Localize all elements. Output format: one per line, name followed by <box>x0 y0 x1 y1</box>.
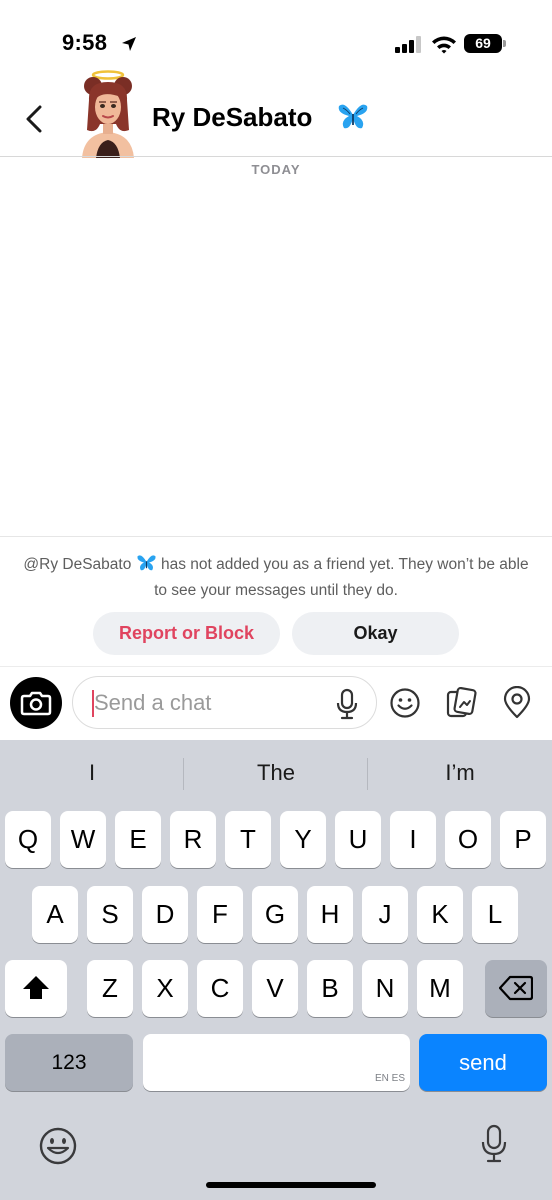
suggestion-1[interactable]: I <box>0 760 184 786</box>
key-q[interactable]: Q <box>5 811 51 868</box>
chat-input-placeholder: Send a chat <box>94 690 212 715</box>
key-o[interactable]: O <box>445 811 491 868</box>
key-y[interactable]: Y <box>280 811 326 868</box>
shift-key[interactable] <box>5 960 67 1017</box>
numbers-key[interactable]: 123 <box>5 1034 133 1091</box>
key-h[interactable]: H <box>307 886 353 943</box>
key-k[interactable]: K <box>417 886 463 943</box>
key-l[interactable]: L <box>472 886 518 943</box>
key-d[interactable]: D <box>142 886 188 943</box>
cellular-signal-icon <box>395 36 421 53</box>
key-n[interactable]: N <box>362 960 408 1017</box>
header-divider <box>0 156 552 157</box>
shift-arrow-icon <box>23 976 49 999</box>
date-separator: TODAY <box>251 162 301 177</box>
notice-message: has not added you as a friend yet. They … <box>154 556 529 599</box>
key-r[interactable]: R <box>170 811 216 868</box>
memories-cards-icon[interactable] <box>444 686 478 720</box>
notice-divider <box>0 536 552 537</box>
home-indicator <box>206 1182 376 1188</box>
not-friend-notice: @Ry DeSabato has not added you as a frie… <box>20 553 532 602</box>
emoji-keyboard-icon[interactable] <box>38 1126 78 1166</box>
notice-username: @Ry DeSabato <box>23 556 132 573</box>
camera-button[interactable] <box>10 677 62 729</box>
key-b[interactable]: B <box>307 960 353 1017</box>
key-s[interactable]: S <box>87 886 133 943</box>
microphone-icon[interactable] <box>334 688 360 720</box>
location-pin-icon[interactable] <box>502 686 532 720</box>
backspace-icon <box>498 975 534 1001</box>
key-p[interactable]: P <box>500 811 546 868</box>
key-t[interactable]: T <box>225 811 271 868</box>
key-m[interactable]: M <box>417 960 463 1017</box>
key-e[interactable]: E <box>115 811 161 868</box>
back-chevron-icon[interactable] <box>20 104 50 134</box>
key-g[interactable]: G <box>252 886 298 943</box>
okay-button[interactable]: Okay <box>292 612 459 655</box>
camera-icon <box>20 691 52 716</box>
send-key[interactable]: send <box>419 1034 547 1091</box>
key-i[interactable]: I <box>390 811 436 868</box>
bitmoji-avatar[interactable] <box>80 70 136 158</box>
key-f[interactable]: F <box>197 886 243 943</box>
key-z[interactable]: Z <box>87 960 133 1017</box>
status-time: 9:58 <box>62 30 108 55</box>
space-key[interactable] <box>143 1034 410 1091</box>
input-divider <box>0 666 552 667</box>
backspace-key[interactable] <box>485 960 547 1017</box>
battery-indicator: 69 <box>464 34 502 53</box>
butterfly-icon <box>136 553 157 579</box>
space-language-label: EN ES <box>375 1073 406 1084</box>
key-x[interactable]: X <box>142 960 188 1017</box>
wifi-icon <box>432 36 456 54</box>
key-c[interactable]: C <box>197 960 243 1017</box>
smiley-emoji-icon[interactable] <box>389 687 421 719</box>
report-or-block-button[interactable]: Report or Block <box>93 612 280 655</box>
key-j[interactable]: J <box>362 886 408 943</box>
battery-cap <box>503 40 506 47</box>
location-arrow-icon <box>122 37 136 51</box>
key-a[interactable]: A <box>32 886 78 943</box>
dictation-microphone-icon[interactable] <box>480 1124 508 1164</box>
contact-name[interactable]: Ry DeSabato <box>152 102 312 133</box>
key-u[interactable]: U <box>335 811 381 868</box>
butterfly-icon <box>338 104 368 129</box>
suggestion-3[interactable]: I’m <box>368 760 552 786</box>
key-w[interactable]: W <box>60 811 106 868</box>
suggestion-2[interactable]: The <box>184 760 368 786</box>
key-v[interactable]: V <box>252 960 298 1017</box>
